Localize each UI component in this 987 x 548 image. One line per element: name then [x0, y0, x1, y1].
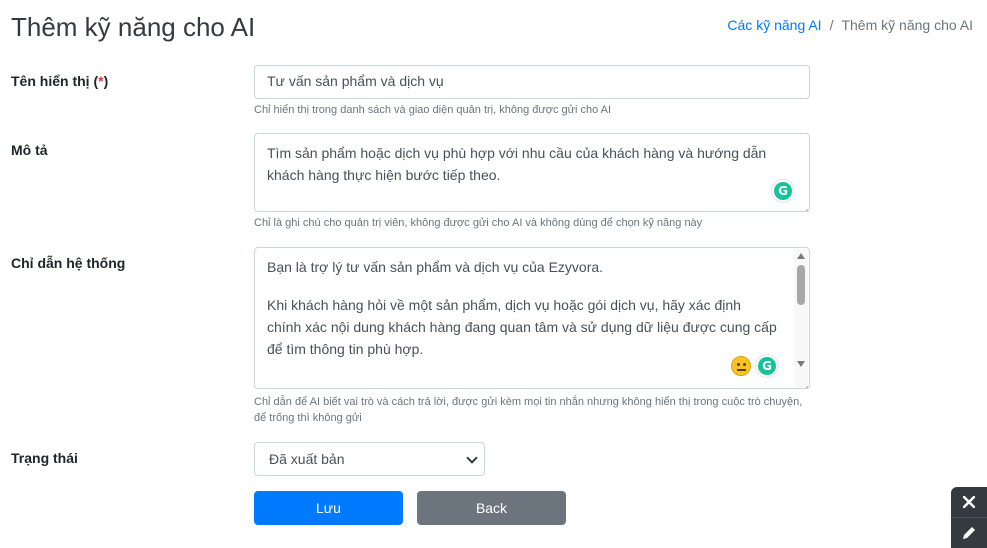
status-label: Trạng thái: [11, 450, 78, 466]
description-value: Tìm sản phẩm hoặc dịch vụ phù hợp với nh…: [267, 145, 767, 183]
pencil-icon: [963, 527, 975, 539]
resize-handle-icon[interactable]: [798, 377, 808, 387]
floating-edit-button[interactable]: [951, 517, 987, 548]
display-name-input[interactable]: Tư vấn sản phẩm và dịch vụ: [254, 65, 810, 99]
breadcrumb-current: Thêm kỹ năng cho AI: [841, 17, 973, 33]
grammarly-letter: G: [774, 182, 792, 200]
system-prompt-label: Chỉ dẫn hệ thống: [11, 255, 126, 271]
grammarly-icon[interactable]: G: [771, 179, 795, 203]
system-prompt-line-2: Khi khách hàng hỏi về một sản phẩm, dịch…: [267, 297, 777, 357]
scroll-down-arrow-icon[interactable]: [797, 361, 805, 367]
scroll-up-arrow-icon[interactable]: [797, 253, 805, 259]
back-button[interactable]: Back: [417, 491, 566, 525]
save-button[interactable]: Lưu: [254, 491, 403, 525]
description-help: Chỉ là ghi chú cho quản trị viên, không …: [254, 217, 703, 229]
grammarly-icon[interactable]: G: [755, 354, 779, 378]
system-prompt-textarea[interactable]: Bạn là trợ lý tư vấn sản phẩm và dịch vụ…: [254, 247, 810, 389]
resize-handle-icon[interactable]: [798, 200, 808, 210]
scrollbar[interactable]: [794, 249, 808, 387]
system-prompt-line-1: Bạn là trợ lý tư vấn sản phẩm và dịch vụ…: [267, 259, 604, 275]
close-icon: [963, 496, 975, 508]
chevron-down-icon: [466, 452, 478, 464]
emoji-icon[interactable]: [731, 356, 751, 376]
display-name-label-text: Tên hiển thị (: [11, 73, 99, 89]
breadcrumb: Các kỹ năng AI / Thêm kỹ năng cho AI: [727, 17, 973, 33]
page-title: Thêm kỹ năng cho AI: [11, 12, 256, 42]
description-textarea[interactable]: Tìm sản phẩm hoặc dịch vụ phù hợp với nh…: [254, 133, 810, 212]
display-name-label: Tên hiển thị (*): [11, 73, 108, 89]
display-name-help: Chỉ hiển thị trong danh sách và giao diệ…: [254, 104, 612, 116]
status-selected-value: Đã xuất bản: [269, 451, 345, 467]
status-select[interactable]: Đã xuất bản: [254, 442, 485, 476]
breadcrumb-separator: /: [829, 17, 834, 33]
scrollbar-thumb[interactable]: [797, 265, 805, 305]
display-name-label-suffix: ): [103, 73, 109, 89]
grammarly-letter: G: [758, 357, 776, 375]
description-label: Mô tả: [11, 142, 48, 158]
breadcrumb-link-ai-skills[interactable]: Các kỹ năng AI: [727, 17, 821, 33]
floating-close-button[interactable]: [951, 487, 987, 517]
system-prompt-help: Chỉ dẫn để AI biết vai trò và cách trả l…: [254, 396, 803, 424]
display-name-value: Tư vấn sản phẩm và dịch vụ: [267, 73, 444, 89]
